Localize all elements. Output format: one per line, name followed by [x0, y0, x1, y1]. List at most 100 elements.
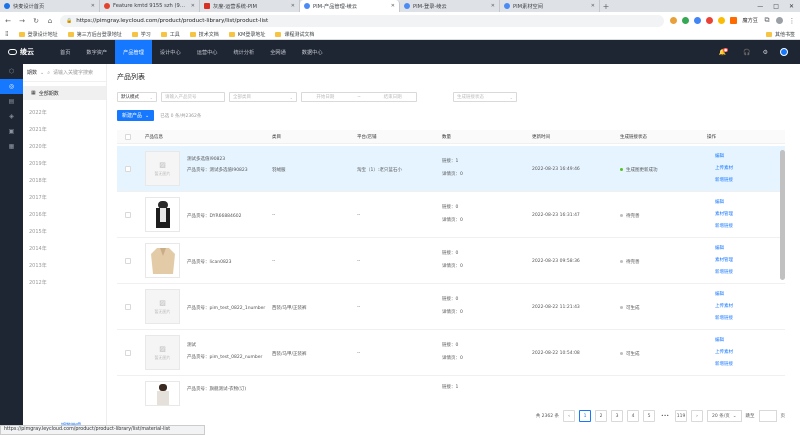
- back-icon[interactable]: ←: [4, 17, 12, 25]
- bookmark-item[interactable]: 学习: [131, 31, 151, 38]
- period-year[interactable]: 2022年: [23, 104, 106, 121]
- nav-design-center[interactable]: 设计中心: [152, 40, 189, 64]
- sort-select[interactable]: 默认模式 ⌄: [117, 92, 157, 102]
- gear-icon[interactable]: ⚙: [763, 49, 768, 56]
- rail-product-icon[interactable]: ◎: [0, 79, 23, 94]
- next-page-button[interactable]: ›: [691, 410, 704, 422]
- period-year[interactable]: 2012年: [23, 274, 106, 291]
- profile-avatar[interactable]: [776, 17, 783, 24]
- bookmark-item[interactable]: 技术文档: [189, 31, 219, 38]
- period-year[interactable]: 2019年: [23, 155, 106, 172]
- page-size-select[interactable]: 20 条/页 ⌄: [707, 410, 742, 422]
- browser-tab[interactable]: 灰度-运营系统-PIM ✕: [200, 0, 300, 12]
- maximize-icon[interactable]: □: [773, 3, 779, 10]
- upload-material-link[interactable]: 上传素材: [715, 303, 733, 309]
- page-button[interactable]: 3: [611, 410, 624, 422]
- extension-icon[interactable]: [718, 17, 726, 24]
- period-year[interactable]: 2017年: [23, 189, 106, 206]
- rail-cube-icon[interactable]: ⬡: [0, 64, 23, 79]
- new-tab-button[interactable]: +: [600, 2, 612, 11]
- period-search-input[interactable]: 请输入关键字搜索: [53, 69, 93, 76]
- edit-link[interactable]: 编辑: [715, 245, 724, 251]
- period-year[interactable]: 2020年: [23, 138, 106, 155]
- browser-tab[interactable]: Feature kmtd 9155 szh (9514) ✕: [100, 0, 200, 12]
- bell-icon[interactable]: 🔔●: [719, 47, 732, 56]
- mofang-label[interactable]: 魔方豆: [742, 17, 758, 24]
- rail-box-icon[interactable]: ▣: [0, 124, 23, 139]
- jump-input[interactable]: [758, 410, 777, 422]
- page-ellipsis[interactable]: •••: [659, 410, 671, 422]
- add-link-link[interactable]: 新增链接: [715, 361, 733, 367]
- table-row[interactable]: ▨ 暂无图片 测试 产品货号：pim_test_0822_number 西装/马甲…: [117, 330, 785, 376]
- close-icon[interactable]: ✕: [591, 3, 595, 9]
- nav-digital-assets[interactable]: 数字资产: [78, 40, 115, 64]
- avatar[interactable]: [780, 48, 788, 56]
- period-year[interactable]: 2018年: [23, 172, 106, 189]
- nav-operations-center[interactable]: 运营中心: [189, 40, 226, 64]
- period-select[interactable]: 期数: [27, 69, 37, 76]
- app-logo[interactable]: 绫云: [0, 47, 52, 57]
- row-checkbox[interactable]: [125, 258, 131, 264]
- table-row[interactable]: 产品货号：lican0823 -- -- 链接：0 详情页：0 2022-08-…: [117, 238, 785, 284]
- period-year[interactable]: 2015年: [23, 223, 106, 240]
- minimize-icon[interactable]: —: [757, 3, 763, 10]
- bookmark-item[interactable]: 课程测试文档: [275, 31, 314, 38]
- bookmark-item[interactable]: 登录设计地址: [18, 31, 58, 38]
- category-select[interactable]: 全部类目 ⌄: [229, 92, 297, 102]
- period-year[interactable]: 2021年: [23, 121, 106, 138]
- close-icon[interactable]: ✕: [391, 3, 395, 9]
- add-link-link[interactable]: 新增链接: [715, 315, 733, 321]
- nav-data-center[interactable]: 数据中心: [294, 40, 331, 64]
- headset-icon[interactable]: 🎧: [743, 49, 750, 56]
- add-link-link[interactable]: 新增链接: [715, 223, 733, 229]
- rail-tag-icon[interactable]: ◈: [0, 109, 23, 124]
- link-status-select[interactable]: 生成链接状态 ⌄: [453, 92, 517, 102]
- bookmark-apps[interactable]: ⣿: [5, 31, 9, 37]
- prev-page-button[interactable]: ‹: [563, 410, 576, 422]
- upload-material-link[interactable]: 上传素材: [715, 165, 733, 171]
- page-button[interactable]: 1: [579, 410, 592, 422]
- forward-icon[interactable]: →: [18, 17, 26, 25]
- bookmark-item[interactable]: 第三方后台登录地址: [67, 31, 122, 38]
- reload-icon[interactable]: ↻: [32, 17, 40, 25]
- extension-icon[interactable]: [694, 17, 702, 24]
- page-button[interactable]: 5: [643, 410, 656, 422]
- row-checkbox[interactable]: [125, 304, 131, 310]
- add-link-link[interactable]: 新增链接: [715, 269, 733, 275]
- table-row[interactable]: 产品货号：旗舰测试-衣物(订) 链接：1: [117, 376, 785, 406]
- page-button[interactable]: 4: [627, 410, 640, 422]
- nav-product-management[interactable]: 产品管理: [115, 40, 152, 64]
- browser-tab[interactable]: 快麦设计首页 ✕: [0, 0, 100, 12]
- table-row[interactable]: 产品货号：DYR66884602 -- -- 链接：0 详情页：0 2022-0…: [117, 192, 785, 238]
- material-manage-link[interactable]: 素材管理: [715, 257, 733, 263]
- table-row[interactable]: ▨ 暂无图片 产品货号：pim_test_0822_1number 西装/马甲/正…: [117, 284, 785, 330]
- nav-home[interactable]: 首页: [52, 40, 78, 64]
- other-bookmarks[interactable]: 其他书签: [765, 31, 795, 38]
- browser-tab-active[interactable]: PIM-产品管理-绫云 ✕: [300, 0, 400, 12]
- select-all-checkbox[interactable]: [125, 134, 131, 140]
- table-scrollbar[interactable]: [780, 150, 785, 280]
- browser-tab[interactable]: PIM素材空间 ✕: [500, 0, 600, 12]
- start-date[interactable]: 开始日期: [316, 94, 334, 100]
- period-search[interactable]: 期数 ⌄ ⌕ 请输入关键字搜索: [23, 64, 106, 82]
- bookmark-item[interactable]: KM登录地址: [228, 31, 265, 38]
- new-product-button[interactable]: 新建产品 ⌄: [117, 110, 155, 121]
- address-bar[interactable]: 🔒 https://pimgray.leycloud.com/product/p…: [60, 14, 665, 27]
- edit-link[interactable]: 编辑: [715, 291, 724, 297]
- period-year[interactable]: 2016年: [23, 206, 106, 223]
- page-button-last[interactable]: 119: [675, 410, 688, 422]
- extension-icon[interactable]: [706, 17, 714, 24]
- row-checkbox[interactable]: [125, 350, 131, 356]
- rail-grid-icon[interactable]: ▦: [0, 139, 23, 154]
- close-window-icon[interactable]: ✕: [789, 3, 794, 10]
- upload-material-link[interactable]: 上传素材: [715, 349, 733, 355]
- edit-link[interactable]: 编辑: [715, 199, 724, 205]
- page-button[interactable]: 2: [595, 410, 608, 422]
- extension-icon[interactable]: [682, 17, 690, 24]
- close-icon[interactable]: ✕: [491, 3, 495, 9]
- mofang-icon[interactable]: [730, 17, 738, 24]
- rail-folder-icon[interactable]: ▤: [0, 94, 23, 109]
- extension-icon[interactable]: [670, 17, 678, 24]
- close-icon[interactable]: ✕: [291, 3, 295, 9]
- bookmark-item[interactable]: 工具: [160, 31, 180, 38]
